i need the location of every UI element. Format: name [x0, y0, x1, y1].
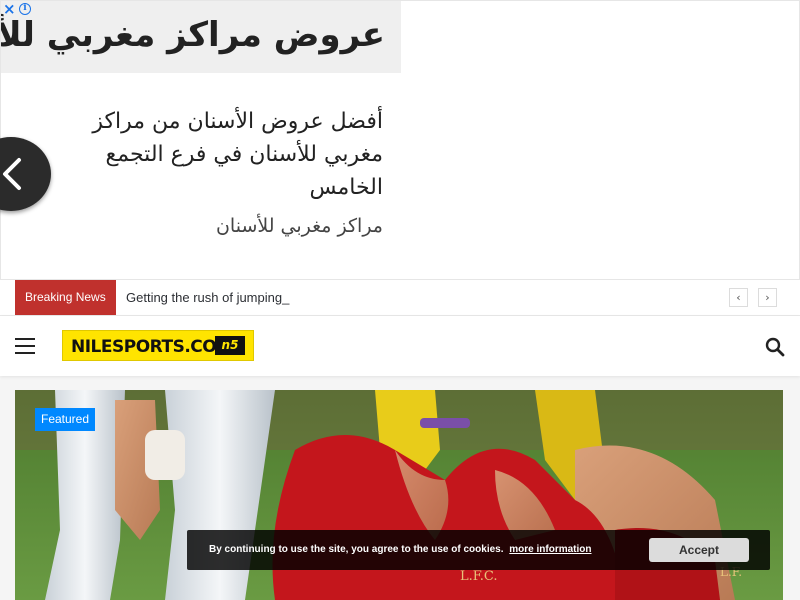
- chevron-left-icon: [3, 158, 21, 190]
- next-news-button[interactable]: ›: [758, 288, 777, 307]
- site-logo[interactable]: NILESPORTS.COM n5: [62, 330, 254, 361]
- logo-badge: n5: [215, 336, 245, 355]
- info-icon[interactable]: i: [19, 3, 31, 15]
- close-icon[interactable]: ×: [3, 2, 16, 17]
- site-header: NILESPORTS.COM n5: [0, 316, 800, 376]
- ad-description[interactable]: أفضل عروض الأسنان من مراكز مغربي للأسنان…: [83, 105, 383, 204]
- ad-title-box[interactable]: عروض مراكز مغربي للأسنان × i: [1, 1, 401, 73]
- cookie-text-container: By continuing to use the site, you agree…: [209, 544, 592, 555]
- breaking-news-headline[interactable]: Getting the rush of jumping_: [126, 290, 289, 305]
- chevron-right-icon: ›: [765, 291, 770, 304]
- search-icon[interactable]: [765, 337, 785, 357]
- ad-arrow-button[interactable]: [0, 137, 51, 211]
- previous-news-button[interactable]: ‹: [729, 288, 748, 307]
- more-information-link[interactable]: more information: [509, 544, 591, 555]
- ad-advertiser[interactable]: مراكز مغربي للأسنان: [216, 215, 383, 237]
- ad-title[interactable]: عروض مراكز مغربي للأسنان: [1, 15, 385, 55]
- logo-text: NILESPORTS.COM: [71, 337, 233, 357]
- chevron-left-icon: ‹: [736, 291, 741, 304]
- cookie-consent-bar: By continuing to use the site, you agree…: [187, 530, 770, 570]
- accept-cookies-button[interactable]: Accept: [649, 538, 749, 562]
- breaking-news-bar: Breaking News Getting the rush of jumpin…: [0, 280, 800, 316]
- hamburger-menu-icon[interactable]: [15, 338, 35, 354]
- svg-text:L.F.C.: L.F.C.: [460, 569, 498, 584]
- cookie-message: By continuing to use the site, you agree…: [209, 544, 504, 555]
- breaking-news-label: Breaking News: [15, 280, 116, 315]
- advertisement[interactable]: عروض مراكز مغربي للأسنان × i أفضل عروض ا…: [0, 0, 800, 280]
- featured-badge[interactable]: Featured: [35, 408, 96, 431]
